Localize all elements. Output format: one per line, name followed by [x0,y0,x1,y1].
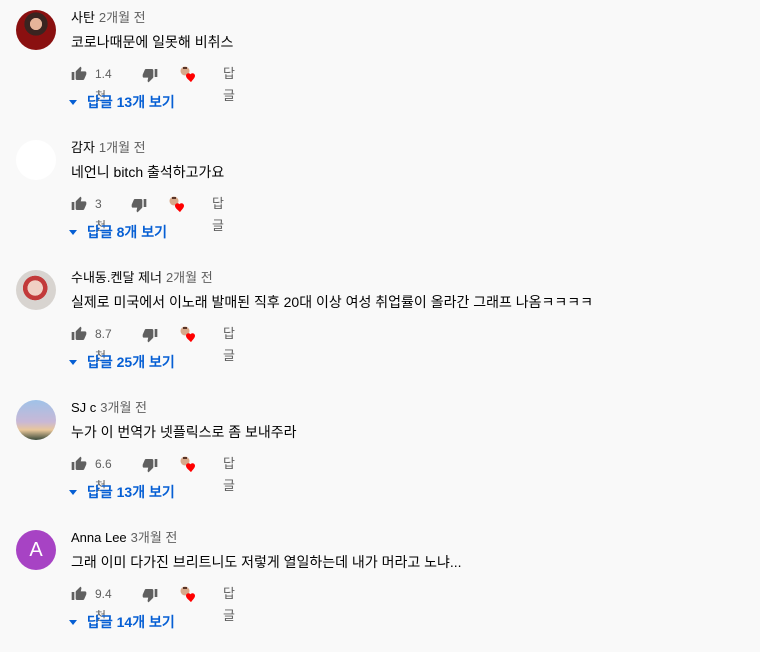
view-replies-button[interactable]: 답글 8개 보기 [68,222,167,242]
thumbs-up-icon[interactable] [71,456,87,472]
comment-header: 감자 1개월 전 [71,140,146,156]
comment-header: 수내동.켄달 제너 2개월 전 [71,270,213,286]
timestamp[interactable]: 1개월 전 [99,140,146,155]
thumbs-down-icon[interactable] [142,327,158,343]
view-replies-button[interactable]: 답글 13개 보기 [68,92,175,112]
author-name[interactable]: 수내동.켄달 제너 [71,270,162,285]
caret-down-icon [69,619,77,625]
like-count: 6.6천 [95,457,112,493]
view-replies-label: 답글 8개 보기 [87,224,167,240]
caret-down-icon [69,99,77,105]
avatar[interactable]: A [16,530,56,570]
view-replies-button[interactable]: 답글 25개 보기 [68,352,175,372]
view-replies-label: 답글 14개 보기 [87,614,175,630]
avatar[interactable] [16,400,56,440]
comment-header: 사탄 2개월 전 [71,10,146,26]
comment-text: 그래 이미 다가진 브리트니도 저렇게 열일하는데 내가 머라고 노냐... [71,554,462,570]
creator-heart-icon [180,66,195,83]
thumbs-down-icon[interactable] [142,587,158,603]
like-count: 3천 [95,197,107,233]
reply-button[interactable]: 답글 [223,323,235,363]
comment-header: SJ c 3개월 전 [71,400,147,416]
caret-down-icon [69,359,77,365]
creator-heart-icon [169,196,184,213]
thumbs-up-icon[interactable] [71,196,87,212]
timestamp[interactable]: 3개월 전 [100,400,147,415]
view-replies-button[interactable]: 답글 14개 보기 [68,612,175,632]
thumbs-down-icon[interactable] [142,457,158,473]
comment-text: 네언니 bitch 출석하고가요 [71,164,225,180]
reply-button[interactable]: 답글 [223,63,235,103]
thumbs-up-icon[interactable] [71,586,87,602]
thumbs-up-icon[interactable] [71,326,87,342]
comment-thread: SJ c 3개월 전 누가 이 번역가 넷플릭스로 좀 보내주라 6.6천 답글 … [0,390,760,520]
reply-button[interactable]: 답글 [223,583,235,623]
comment-thread: A Anna Lee 3개월 전 그래 이미 다가진 브리트니도 저렇게 열일하는… [0,520,760,650]
thumbs-down-icon[interactable] [131,197,147,213]
comment-header: Anna Lee 3개월 전 [71,530,177,546]
creator-heart-icon [180,326,195,343]
timestamp[interactable]: 2개월 전 [166,270,213,285]
author-name[interactable]: Anna Lee [71,530,127,545]
comment-thread: 사탄 2개월 전 코로나때문에 일못해 비취스 1.4천 답글 답글 13개 보기 [0,0,760,130]
comment-text: 누가 이 번역가 넷플릭스로 좀 보내주라 [71,424,297,440]
caret-down-icon [69,489,77,495]
view-replies-label: 답글 13개 보기 [87,484,175,500]
reply-button[interactable]: 답글 [223,453,235,493]
comment-text: 코로나때문에 일못해 비취스 [71,34,234,50]
creator-heart-icon [180,456,195,473]
timestamp[interactable]: 2개월 전 [99,10,146,25]
view-replies-label: 답글 25개 보기 [87,354,175,370]
like-count: 1.4천 [95,67,112,103]
thumbs-up-icon[interactable] [71,66,87,82]
reply-button[interactable]: 답글 [212,193,224,233]
creator-heart-icon [180,586,195,603]
view-replies-label: 답글 13개 보기 [87,94,175,110]
comment-thread: 감자 1개월 전 네언니 bitch 출석하고가요 3천 답글 답글 8개 보기 [0,130,760,260]
thumbs-down-icon[interactable] [142,67,158,83]
view-replies-button[interactable]: 답글 13개 보기 [68,482,175,502]
like-count: 9.4천 [95,587,112,623]
comment-text: 실제로 미국에서 이노래 발매된 직후 20대 이상 여성 취업률이 올라간 그… [71,294,594,310]
author-name[interactable]: SJ c [71,400,96,415]
avatar[interactable] [16,10,56,50]
author-name[interactable]: 감자 [71,140,95,155]
comment-thread: 수내동.켄달 제너 2개월 전 실제로 미국에서 이노래 발매된 직후 20대 이… [0,260,760,390]
avatar[interactable] [16,140,56,180]
author-name[interactable]: 사탄 [71,10,95,25]
timestamp[interactable]: 3개월 전 [131,530,178,545]
like-count: 8.7천 [95,327,112,363]
avatar[interactable] [16,270,56,310]
caret-down-icon [69,229,77,235]
